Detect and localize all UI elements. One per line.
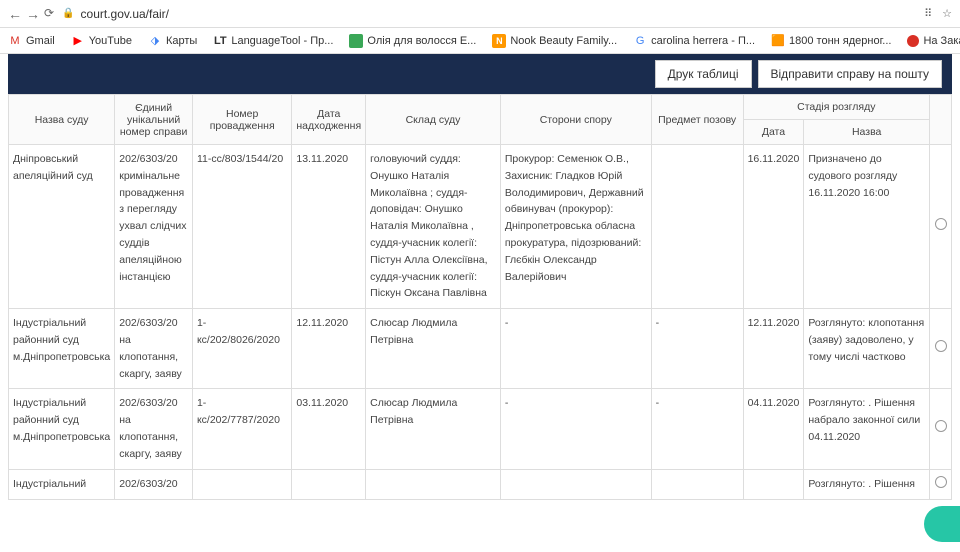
th-stage-date: Дата — [743, 120, 804, 145]
th-court-name: Назва суду — [9, 95, 115, 145]
cell-select — [930, 389, 952, 469]
cell-stage-date — [743, 469, 804, 500]
cell-composition: головуючий суддя: Онушко Наталія Миколаї… — [366, 145, 501, 309]
th-receipt-date: Дата надходження — [292, 95, 366, 145]
bookmark-star-icon[interactable]: ☆ — [942, 7, 952, 20]
bookmark-nook[interactable]: NNook Beauty Family... — [492, 34, 617, 48]
url-text: court.gov.ua/fair/ — [81, 7, 170, 21]
cell-subject: - — [651, 309, 743, 389]
youtube-icon: ▶ — [71, 34, 85, 48]
cell-court: Дніпровський апеляційний суд — [9, 145, 115, 309]
row-radio[interactable] — [935, 218, 947, 230]
cell-parties: - — [500, 309, 651, 389]
bookmark-youtube[interactable]: ▶YouTube — [71, 34, 132, 48]
google-icon: G — [633, 34, 647, 48]
site-icon — [349, 34, 363, 48]
back-icon[interactable]: ← — [8, 6, 22, 22]
th-parties: Сторони спору — [500, 95, 651, 145]
bookmark-nuclear[interactable]: 🟧1800 тонн ядерног... — [771, 34, 891, 48]
th-select — [930, 95, 952, 145]
cell-select — [930, 145, 952, 309]
cell-unique: 202/6303/20 на клопотання, скаргу, заяву — [115, 309, 193, 389]
cell-stage-date: 16.11.2020 — [743, 145, 804, 309]
cases-table: Назва суду Єдиний унікальний номер справ… — [8, 94, 952, 500]
table-row: Індустріальний районний суд м.Дніпропетр… — [9, 309, 952, 389]
cell-subject — [651, 145, 743, 309]
maps-icon: ⬗ — [148, 34, 162, 48]
cell-date: 13.11.2020 — [292, 145, 366, 309]
cell-stage-date: 12.11.2020 — [743, 309, 804, 389]
page-toolbar: Друк таблиці Відправити справу на пошту — [8, 54, 952, 94]
cell-unique: 202/6303/20 на клопотання, скаргу, заяву — [115, 389, 193, 469]
site-icon: 🟧 — [771, 34, 785, 48]
cell-stage-name: Призначено до судового розгляду 16.11.20… — [804, 145, 930, 309]
reload-icon[interactable]: ⟳ — [44, 6, 54, 22]
cell-case-no: 1-кс/202/7787/2020 — [192, 389, 291, 469]
th-unique-number: Єдиний унікальний номер справи — [115, 95, 193, 145]
cell-parties — [500, 469, 651, 500]
address-bar[interactable]: 🔒 court.gov.ua/fair/ — [62, 7, 916, 21]
bookmark-oil[interactable]: Олія для волосся E... — [349, 34, 476, 48]
row-radio[interactable] — [935, 420, 947, 432]
site-icon — [907, 35, 919, 47]
cell-stage-date: 04.11.2020 — [743, 389, 804, 469]
cell-court: Індустріальний районний суд м.Дніпропетр… — [9, 309, 115, 389]
gmail-icon: M — [8, 34, 22, 48]
table-row: Індустріальний 202/6303/20 Розглянуто: .… — [9, 469, 952, 500]
th-composition: Склад суду — [366, 95, 501, 145]
translate-icon[interactable]: ⠿ — [924, 7, 932, 20]
cell-date — [292, 469, 366, 500]
th-stage-group: Стадія розгляду — [743, 95, 929, 120]
browser-toolbar: ← → ⟳ 🔒 court.gov.ua/fair/ ⠿ ☆ — [0, 0, 960, 28]
cell-parties: - — [500, 389, 651, 469]
cell-composition: Слюсар Людмила Петрівна — [366, 309, 501, 389]
cell-subject: - — [651, 389, 743, 469]
row-radio[interactable] — [935, 340, 947, 352]
table-row: Дніпровський апеляційний суд 202/6303/20… — [9, 145, 952, 309]
cell-date: 03.11.2020 — [292, 389, 366, 469]
languagetool-icon: LT — [213, 34, 227, 48]
nook-icon: N — [492, 34, 506, 48]
th-stage-name: Назва — [804, 120, 930, 145]
cell-court: Індустріальний районний суд м.Дніпропетр… — [9, 389, 115, 469]
cell-stage-name: Розглянуто: клопотання (заяву) задоволен… — [804, 309, 930, 389]
forward-icon[interactable]: → — [26, 6, 40, 22]
bookmarks-bar: MGmail ▶YouTube ⬗Карты LTLanguageTool - … — [0, 28, 960, 54]
th-case-number: Номер провадження — [192, 95, 291, 145]
cell-case-no — [192, 469, 291, 500]
cell-subject — [651, 469, 743, 500]
bookmark-maps[interactable]: ⬗Карты — [148, 34, 197, 48]
cell-court: Індустріальний — [9, 469, 115, 500]
bookmark-carolina[interactable]: Gcarolina herrera - П... — [633, 34, 755, 48]
lock-icon: 🔒 — [62, 8, 74, 19]
table-row: Індустріальний районний суд м.Дніпропетр… — [9, 389, 952, 469]
cell-case-no: 1-кс/202/8026/2020 — [192, 309, 291, 389]
cell-case-no: 11-сс/803/1544/20 — [192, 145, 291, 309]
bookmark-languagetool[interactable]: LTLanguageTool - Пр... — [213, 34, 333, 48]
cell-stage-name: Розглянуто: . Рішення набрало законної с… — [804, 389, 930, 469]
bookmark-zakarpattia[interactable]: На Закарпатті пре... — [907, 35, 960, 47]
row-radio[interactable] — [935, 476, 947, 488]
cell-select — [930, 309, 952, 389]
cell-stage-name: Розглянуто: . Рішення — [804, 469, 930, 500]
bookmark-gmail[interactable]: MGmail — [8, 34, 55, 48]
th-subject: Предмет позову — [651, 95, 743, 145]
cell-composition: Слюсар Людмила Петрівна — [366, 389, 501, 469]
send-case-button[interactable]: Відправити справу на пошту — [758, 60, 942, 88]
cell-date: 12.11.2020 — [292, 309, 366, 389]
chat-fab-button[interactable] — [924, 506, 960, 542]
cell-select — [930, 469, 952, 500]
cell-unique: 202/6303/20 — [115, 469, 193, 500]
cell-unique: 202/6303/20 кримінальне провадження з пе… — [115, 145, 193, 309]
print-table-button[interactable]: Друк таблиці — [655, 60, 752, 88]
cell-parties: Прокурор: Семенюк О.В., Захисник: Гладко… — [500, 145, 651, 309]
cell-composition — [366, 469, 501, 500]
